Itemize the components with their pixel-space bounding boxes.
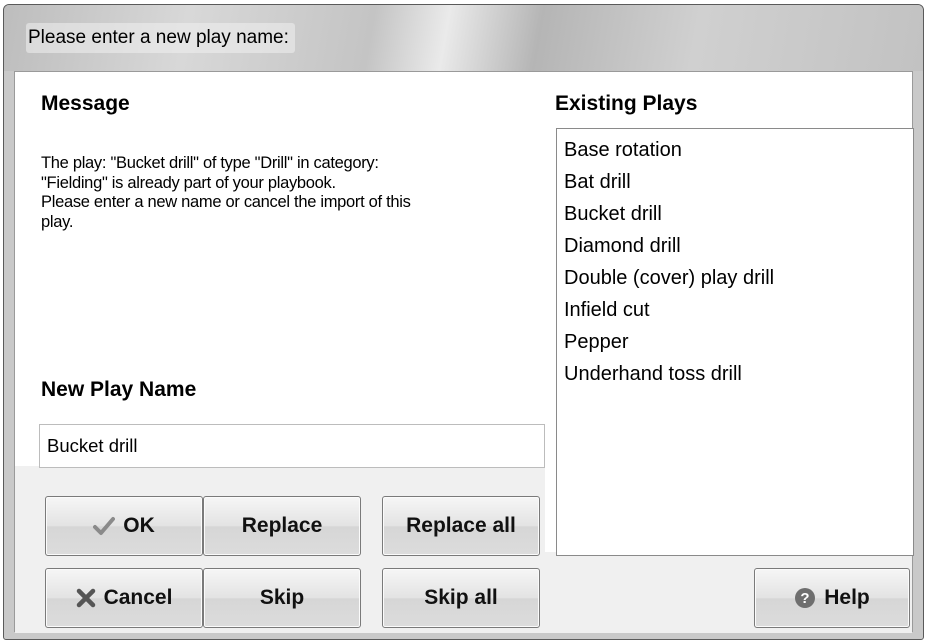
cross-icon (76, 588, 96, 608)
checkmark-icon (93, 516, 116, 536)
list-item[interactable]: Diamond drill (564, 230, 913, 262)
window-title: Please enter a new play name: (26, 23, 295, 53)
help-icon: ? (794, 587, 816, 609)
skip-button[interactable]: Skip (203, 568, 361, 628)
list-item[interactable]: Pepper (564, 326, 913, 358)
list-item[interactable]: Double (cover) play drill (564, 262, 913, 294)
skip-all-button-label: Skip all (424, 586, 498, 609)
title-bar[interactable]: Please enter a new play name: (4, 5, 923, 71)
dialog-body: Message The play: "Bucket drill" of type… (14, 71, 914, 633)
new-play-name-input[interactable] (39, 424, 545, 468)
list-item[interactable]: Infield cut (564, 294, 913, 326)
message-heading: Message (41, 92, 130, 115)
replace-button[interactable]: Replace (203, 496, 361, 556)
new-play-name-heading: New Play Name (41, 378, 197, 401)
skip-button-label: Skip (259, 586, 305, 609)
cancel-button[interactable]: Cancel (45, 568, 203, 628)
existing-plays-heading: Existing Plays (555, 92, 698, 115)
list-item[interactable]: Bat drill (564, 166, 913, 198)
ok-button[interactable]: OK (45, 496, 203, 556)
ok-button-label: OK (123, 514, 155, 537)
skip-all-button[interactable]: Skip all (382, 568, 540, 628)
help-button[interactable]: ? Help (754, 568, 910, 628)
help-button-label: Help (824, 586, 870, 609)
list-item[interactable]: Underhand toss drill (564, 358, 913, 390)
replace-button-label: Replace (241, 514, 323, 537)
dialog-window: Please enter a new play name: Message Th… (3, 4, 924, 640)
existing-plays-list[interactable]: Base rotation Bat drill Bucket drill Dia… (556, 128, 914, 556)
svg-text:?: ? (801, 590, 810, 607)
cancel-button-label: Cancel (103, 586, 173, 609)
list-item[interactable]: Base rotation (564, 134, 913, 166)
replace-all-button[interactable]: Replace all (382, 496, 540, 556)
list-item[interactable]: Bucket drill (564, 198, 913, 230)
replace-all-button-label: Replace all (406, 514, 516, 537)
message-text: The play: "Bucket drill" of type "Drill"… (41, 154, 411, 231)
